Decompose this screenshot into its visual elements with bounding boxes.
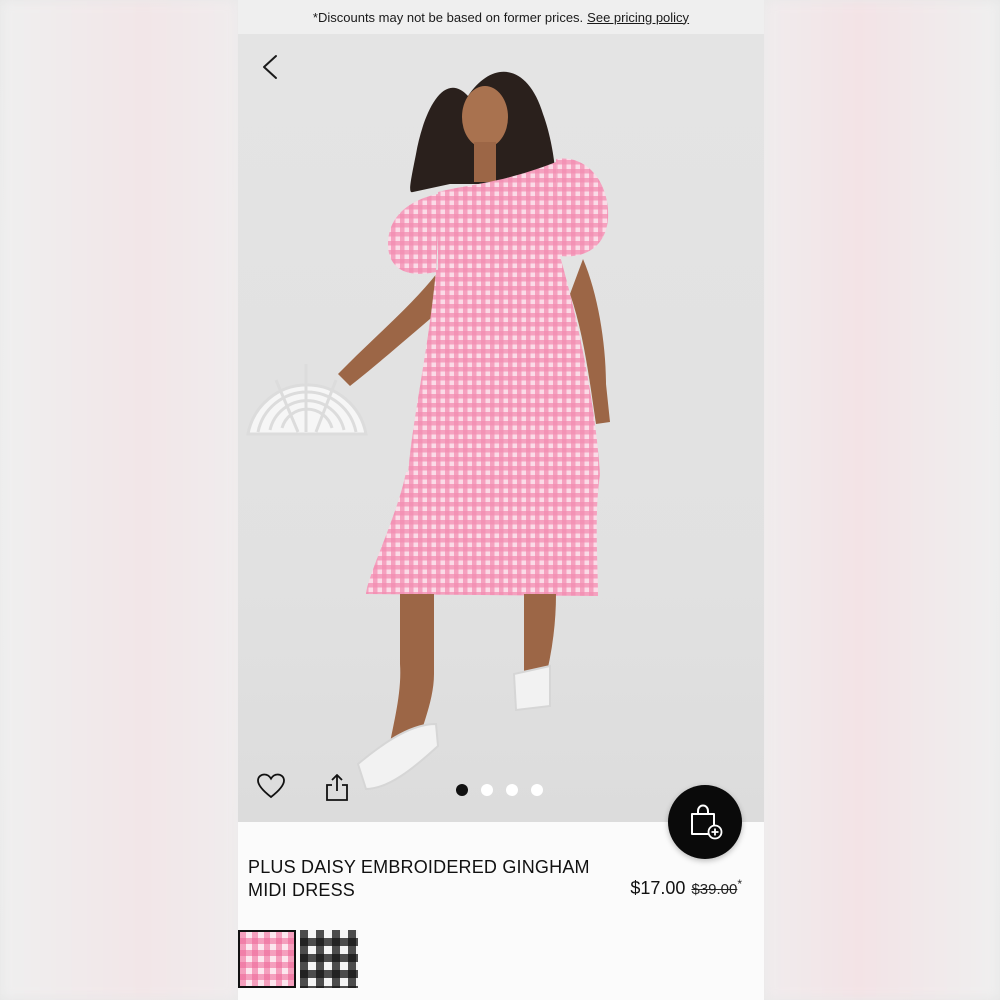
current-price: $17.00 (630, 878, 686, 898)
shopping-bag-add-icon (691, 804, 723, 840)
price-block: $17.00 $39.00 * (630, 877, 742, 899)
gallery-pagination (456, 784, 543, 796)
pagination-dot-2[interactable] (481, 784, 493, 796)
swatch-pink-gingham[interactable] (238, 930, 296, 988)
banner-text: *Discounts may not be based on former pr… (312, 9, 584, 25)
product-title-line2: MIDI DRESS (248, 880, 356, 900)
product-title: PLUS DAISY EMBROIDERED GINGHAM MIDI DRES… (248, 856, 608, 902)
pricing-policy-link[interactable]: See pricing policy (587, 10, 689, 25)
product-page: *Discounts may not be based on former pr… (238, 0, 764, 1000)
color-swatches (238, 930, 358, 988)
blurred-background-left (0, 0, 238, 1000)
swatch-black-gingham[interactable] (300, 930, 358, 988)
pricing-banner: *Discounts may not be based on former pr… (238, 0, 764, 34)
pagination-dot-3[interactable] (506, 784, 518, 796)
product-image-gallery[interactable] (238, 34, 764, 822)
blurred-background-right (764, 0, 1000, 1000)
heart-icon[interactable] (256, 772, 286, 800)
product-photo (246, 71, 610, 791)
add-to-bag-button[interactable] (668, 785, 742, 859)
former-price-marker: * (737, 877, 742, 891)
pagination-dot-1[interactable] (456, 784, 468, 796)
product-title-line1: PLUS DAISY EMBROIDERED GINGHAM (248, 857, 590, 877)
share-icon[interactable] (324, 772, 350, 802)
former-price: $39.00 (691, 881, 738, 898)
pagination-dot-4[interactable] (531, 784, 543, 796)
back-arrow-icon[interactable] (258, 52, 284, 82)
